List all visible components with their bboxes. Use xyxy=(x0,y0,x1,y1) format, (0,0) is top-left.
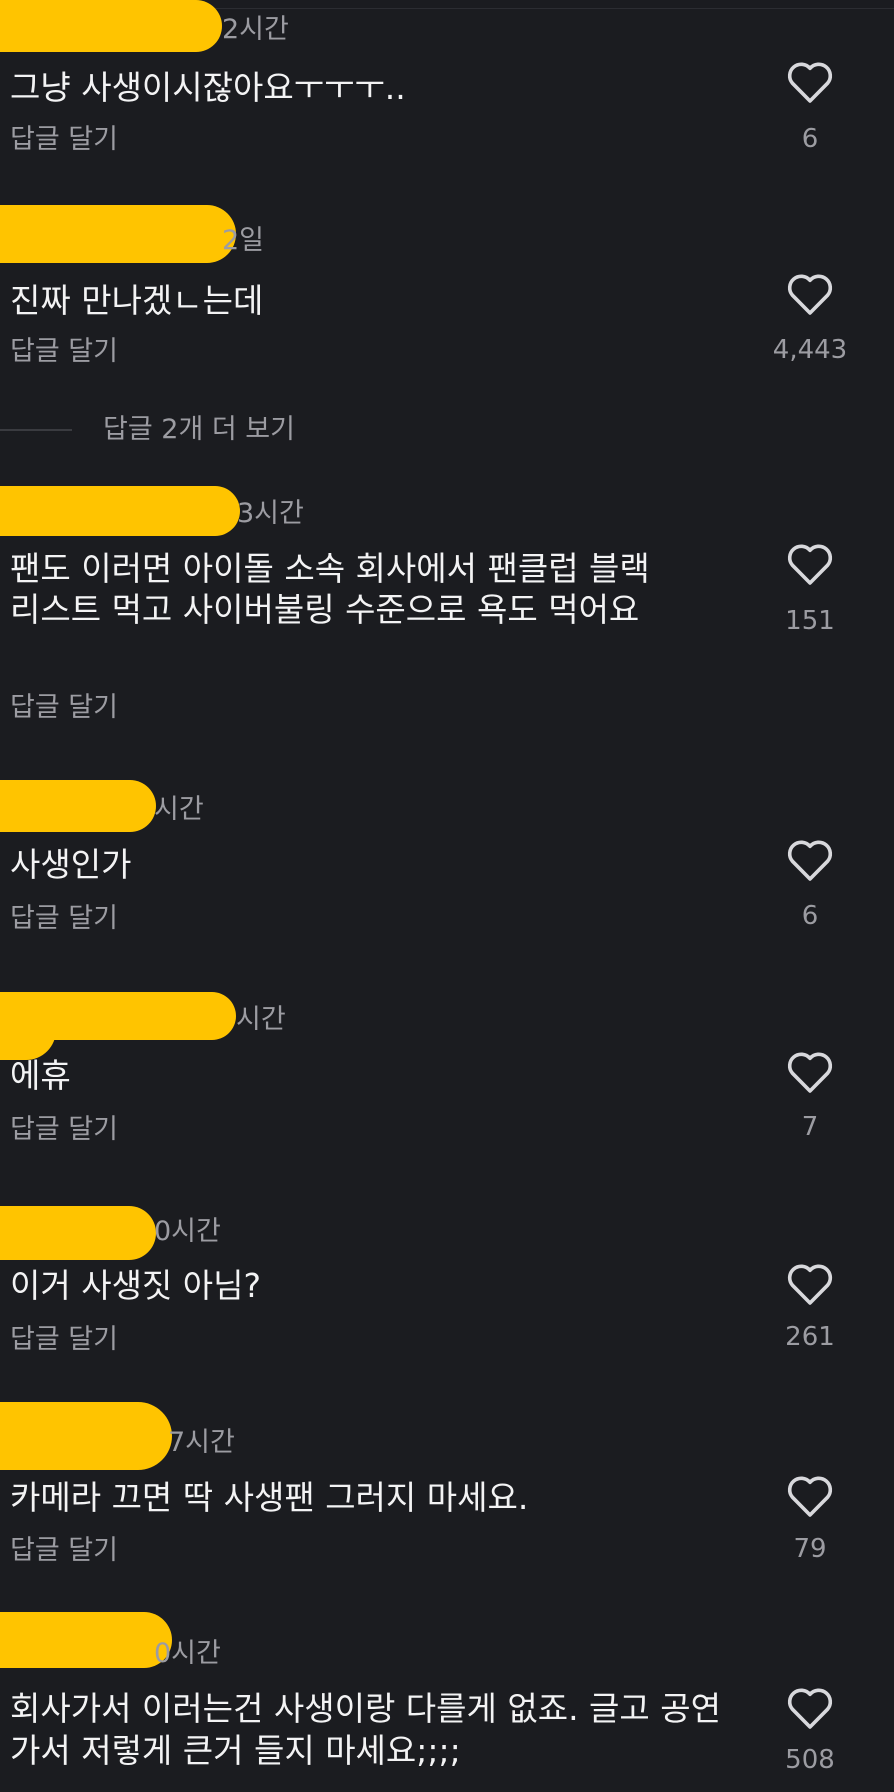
username-redaction xyxy=(0,1402,172,1470)
heart-outline-icon xyxy=(787,274,833,315)
heart-outline-icon xyxy=(787,62,833,103)
heart-outline-icon xyxy=(787,840,833,881)
heart-outline-icon xyxy=(787,1264,833,1305)
like-button[interactable] xyxy=(785,1262,835,1306)
comment-timestamp: 7시간 xyxy=(168,1427,235,1458)
like-button[interactable] xyxy=(785,1474,835,1518)
reply-button[interactable]: 답글 달기 xyxy=(10,1537,118,1564)
more-replies-button[interactable]: 답글 2개 더 보기 xyxy=(103,412,295,447)
like-button[interactable] xyxy=(785,542,835,586)
reply-button[interactable]: 답글 달기 xyxy=(10,1326,118,1353)
comment-text: 사생인가 xyxy=(10,845,132,884)
like-count: 261 xyxy=(785,1322,835,1352)
reply-button[interactable]: 답글 달기 xyxy=(10,1116,118,1143)
like-count: 508 xyxy=(785,1745,835,1775)
more-replies-divider xyxy=(0,429,72,431)
comment-timestamp: 0시간 xyxy=(154,1638,221,1669)
comment-text: 진짜 만나겠ㄴ는데 xyxy=(10,281,264,320)
username-redaction xyxy=(0,205,236,263)
comment-text: 팬도 이러면 아이돌 소속 회사에서 팬클럽 블랙리스트 먹고 사이버불링 수준… xyxy=(10,549,650,629)
reply-button[interactable]: 답글 달기 xyxy=(10,126,118,153)
comment-timestamp: 2일 xyxy=(222,225,265,256)
comment-timestamp: 3시간 xyxy=(237,498,304,529)
like-button[interactable] xyxy=(785,60,835,104)
reply-button[interactable]: 답글 달기 xyxy=(10,338,118,365)
like-count: 79 xyxy=(793,1534,827,1564)
username-redaction xyxy=(0,0,222,52)
heart-outline-icon xyxy=(787,544,833,585)
like-button[interactable] xyxy=(785,1686,835,1730)
heart-outline-icon xyxy=(787,1052,833,1093)
heart-outline-icon xyxy=(787,1688,833,1729)
like-count: 151 xyxy=(785,606,835,636)
comment-timestamp: 0시간 xyxy=(154,1216,221,1247)
heart-outline-icon xyxy=(787,1476,833,1517)
like-count: 6 xyxy=(801,124,819,154)
comment-timestamp: 시간 xyxy=(236,1004,286,1035)
like-button[interactable] xyxy=(785,1050,835,1094)
comment-text: 회사가서 이러는건 사생이랑 다를게 없죠. 글고 공연가서 저렇게 큰거 들지… xyxy=(10,1689,721,1770)
like-count: 4,443 xyxy=(772,335,848,365)
like-count: 6 xyxy=(801,901,819,931)
like-button[interactable] xyxy=(785,272,835,316)
like-button[interactable] xyxy=(785,838,835,882)
comment-text: 그냥 사생이시잖아요ㅜㅜㅜ.. xyxy=(10,68,406,107)
username-redaction xyxy=(0,486,240,536)
comment-text: 카메라 끄면 딱 사생팬 그러지 마세요. xyxy=(10,1478,529,1517)
comment-text: 이거 사생짓 아님? xyxy=(10,1266,262,1305)
username-redaction xyxy=(0,1206,156,1260)
more-replies-row: 답글 2개 더 보기 xyxy=(0,412,894,448)
username-redaction xyxy=(0,1612,172,1668)
comment-timestamp: 2시간 xyxy=(222,14,289,45)
reply-button[interactable]: 답글 달기 xyxy=(10,694,118,721)
like-count: 7 xyxy=(801,1112,819,1142)
reply-button[interactable]: 답글 달기 xyxy=(10,905,118,932)
username-redaction xyxy=(0,780,156,832)
comment-text: 에휴 xyxy=(10,1056,71,1095)
comment-timestamp: 시간 xyxy=(154,794,204,825)
